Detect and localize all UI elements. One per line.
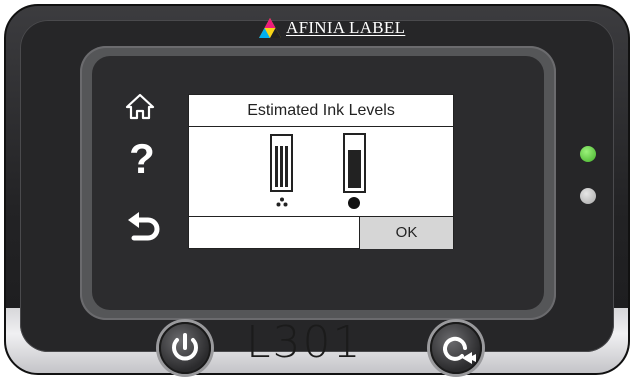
back-arrow-icon[interactable] xyxy=(124,210,164,246)
brand-name: AFINIA LABEL xyxy=(286,18,406,37)
color-cartridge-gauge xyxy=(270,134,293,192)
color-ink-bar-1 xyxy=(275,146,278,187)
power-icon xyxy=(172,333,198,361)
feed-button[interactable] xyxy=(430,322,482,374)
color-dots-icon xyxy=(276,197,288,207)
ink-levels-dialog: Estimated Ink Levels OK xyxy=(188,94,454,249)
power-button[interactable] xyxy=(159,322,211,374)
ok-button[interactable]: OK xyxy=(359,217,453,249)
color-ink-bar-3 xyxy=(285,146,288,187)
home-icon[interactable] xyxy=(120,90,160,122)
dialog-footer: OK xyxy=(189,216,453,249)
status-led xyxy=(580,146,596,162)
black-cartridge-gauge xyxy=(343,133,366,193)
secondary-led xyxy=(580,188,596,204)
black-drop-icon xyxy=(348,197,360,209)
brand-triangle-icon xyxy=(259,18,281,38)
dialog-title: Estimated Ink Levels xyxy=(189,95,453,127)
model-label: L301 xyxy=(246,317,363,368)
brand-logo: AFINIA LABEL xyxy=(258,16,405,40)
feed-icon xyxy=(443,336,476,364)
black-ink-bar xyxy=(348,150,361,188)
color-ink-bar-2 xyxy=(280,146,283,187)
help-icon[interactable]: ? xyxy=(122,138,162,180)
